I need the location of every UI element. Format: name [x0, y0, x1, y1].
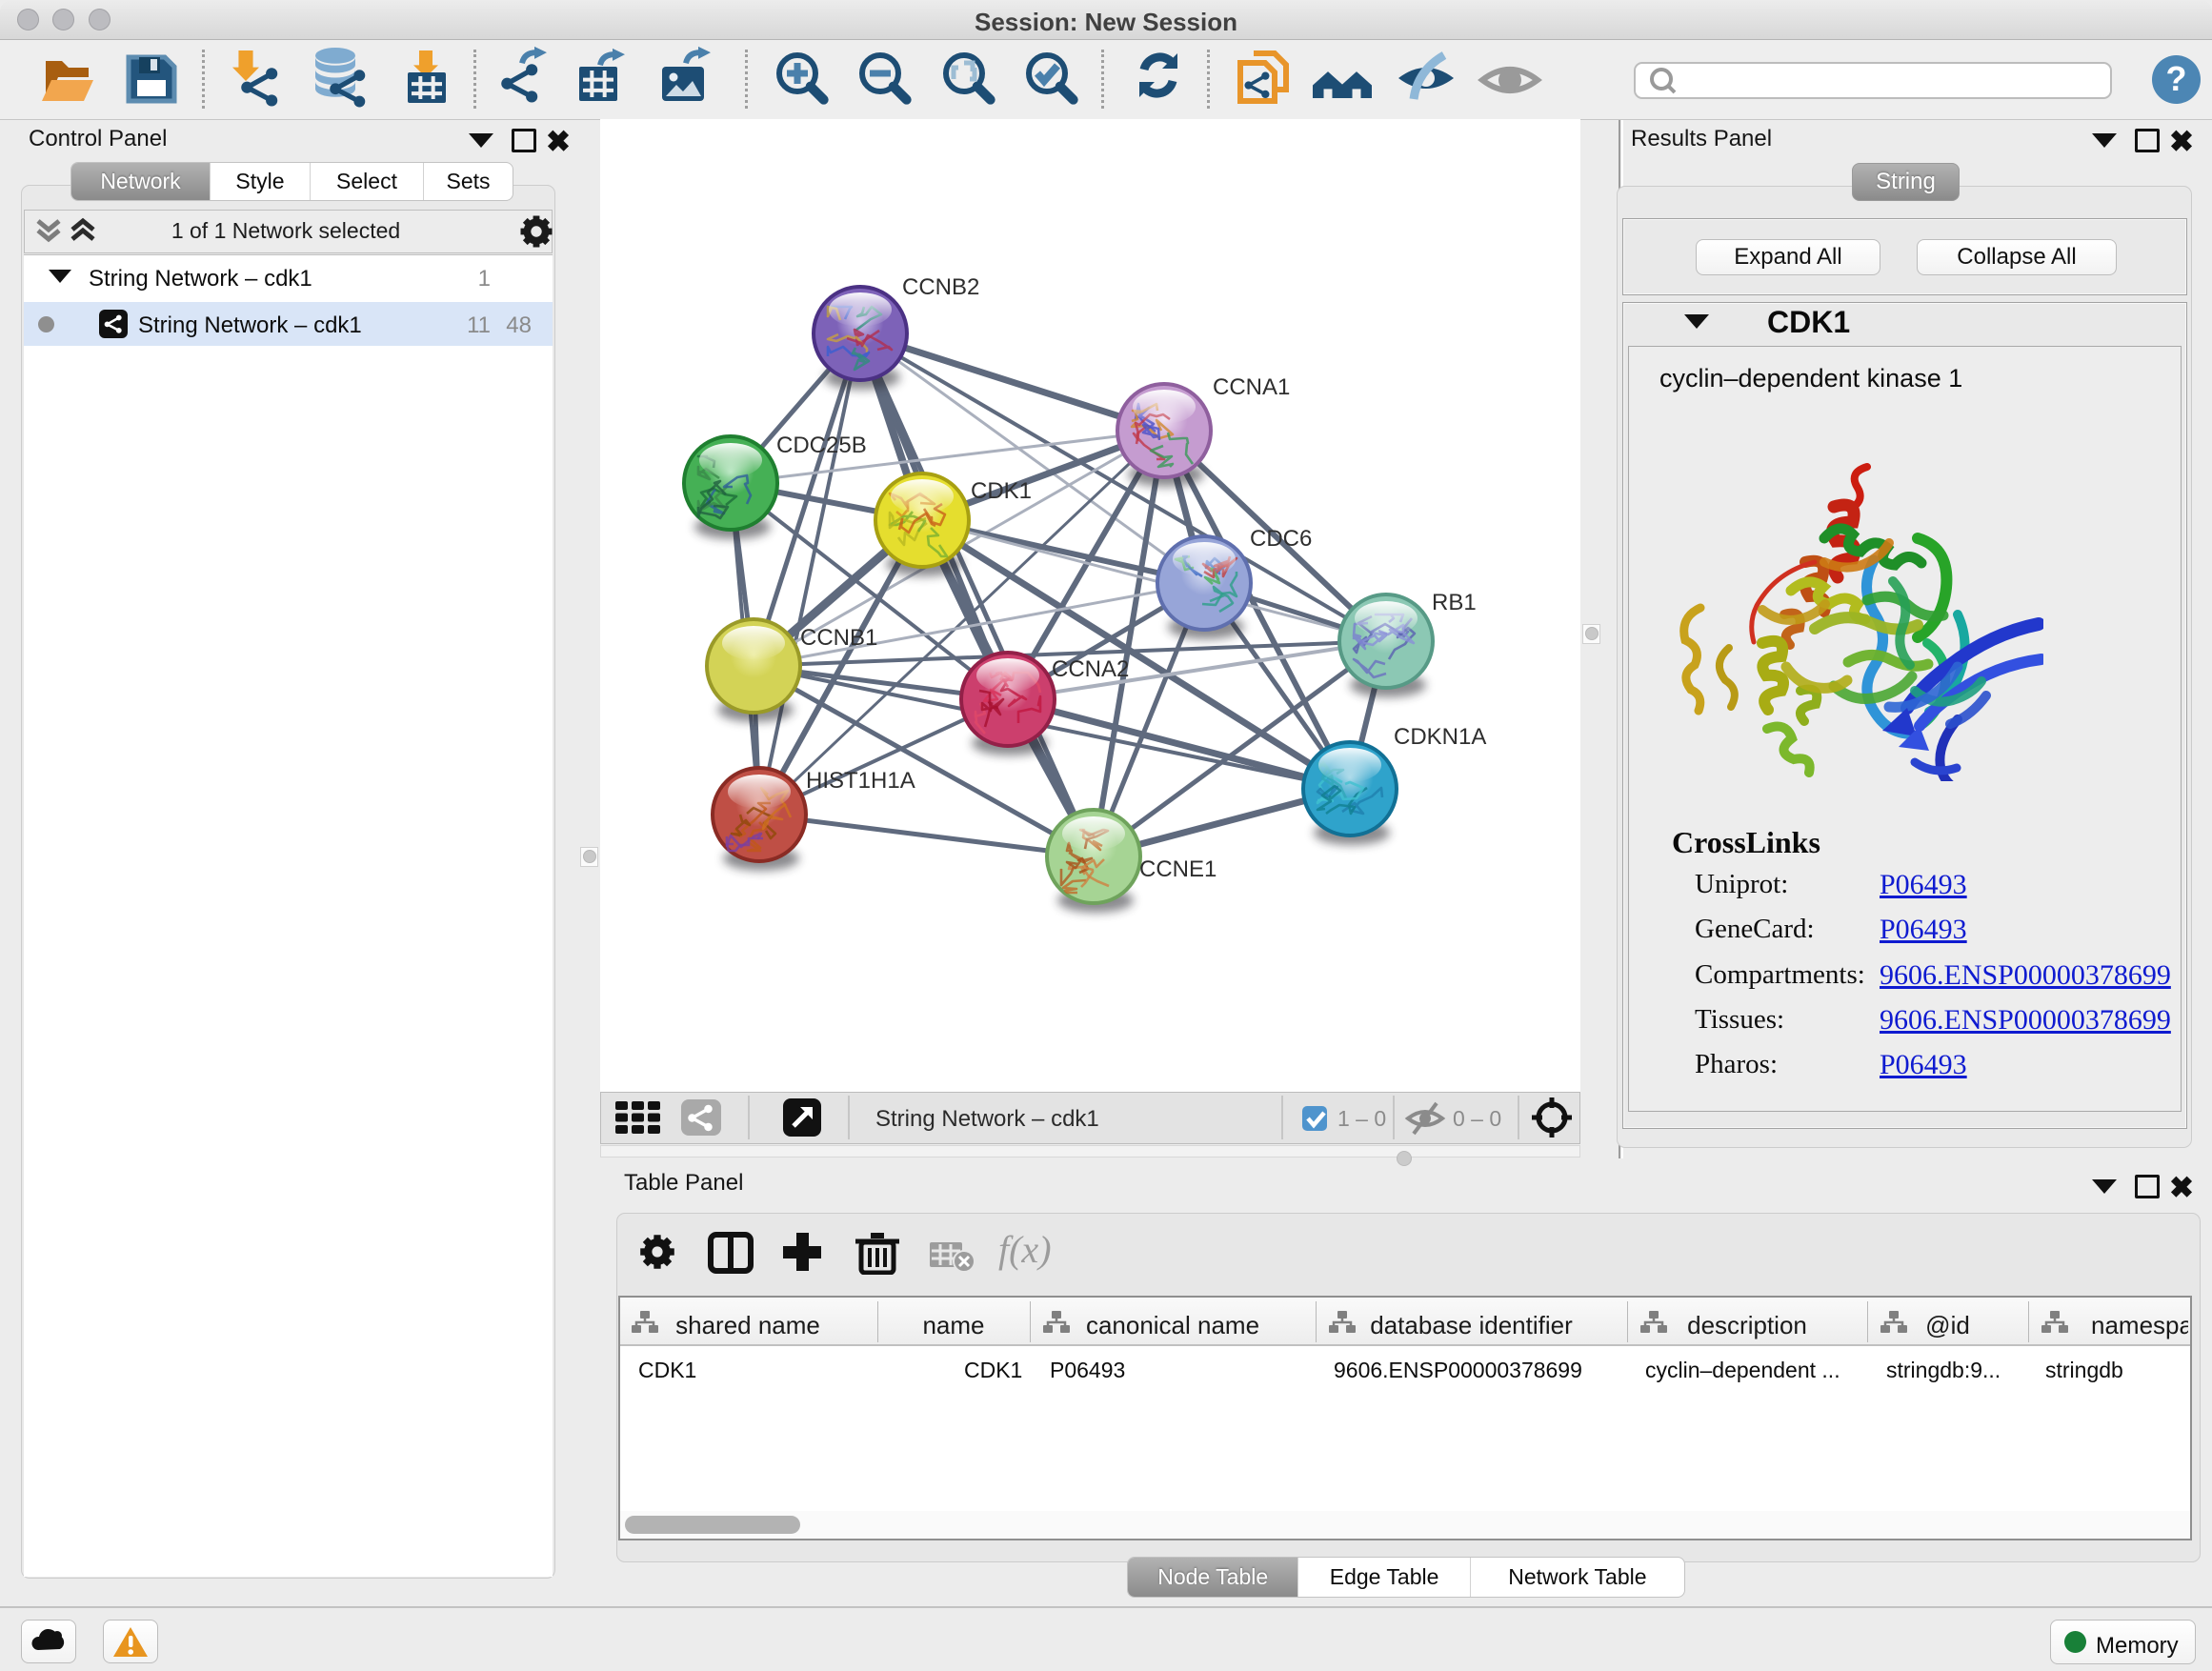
svg-text:CCNB1: CCNB1: [800, 625, 877, 651]
svg-text:CCNA2: CCNA2: [1052, 656, 1129, 682]
svg-text:CDKN1A: CDKN1A: [1394, 724, 1486, 750]
svg-text:CDC6: CDC6: [1250, 526, 1312, 552]
svg-text:CCNA1: CCNA1: [1213, 374, 1290, 400]
svg-text:0 – 0: 0 – 0: [1453, 1106, 1501, 1131]
svg-text:CDC25B: CDC25B: [776, 433, 867, 458]
svg-text:String Network – cdk1: String Network – cdk1: [875, 1106, 1099, 1132]
svg-text:RB1: RB1: [1432, 590, 1477, 615]
svg-text:CCNE1: CCNE1: [1139, 856, 1217, 882]
svg-text:CCNB2: CCNB2: [902, 274, 979, 300]
svg-text:CDK1: CDK1: [971, 478, 1032, 504]
svg-text:1 – 0: 1 – 0: [1337, 1106, 1386, 1131]
svg-text:HIST1H1A: HIST1H1A: [806, 768, 915, 794]
